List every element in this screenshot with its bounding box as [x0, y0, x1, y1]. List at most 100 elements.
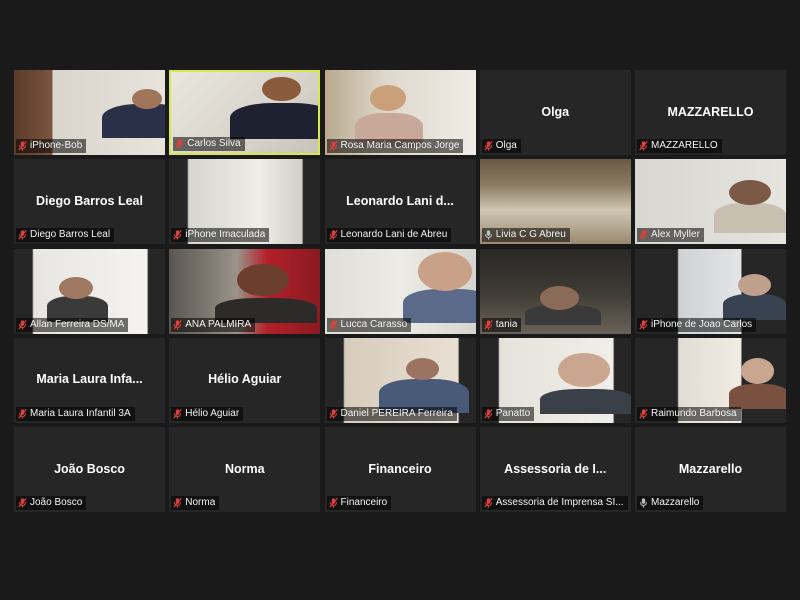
mic-muted-icon: [328, 141, 338, 151]
participant-name-label: Raimundo Barbosa: [637, 406, 741, 421]
participant-display-name: Norma: [224, 461, 265, 476]
participant-name-label: iPhone-Bob: [16, 139, 87, 153]
participant-tile[interactable]: tania: [479, 248, 631, 334]
mic-muted-icon: [484, 498, 493, 508]
participant-label-text: Rosa Maria Campos Jorge: [340, 140, 460, 151]
participant-label-text: ANA PALMIRA: [185, 318, 252, 330]
participant-label-text: Alex Myller: [651, 229, 700, 241]
participant-display-name: Maria Laura Infa...: [36, 372, 143, 387]
participant-label-text: Carlos Silva: [187, 138, 241, 149]
participant-display-name: Financeiro: [368, 461, 432, 476]
participant-label-text: João Bosco: [30, 497, 83, 508]
participant-tile[interactable]: iPhone de Joao Carlos: [635, 248, 786, 334]
mic-muted-icon: [328, 319, 338, 330]
participant-label-text: Maria Laura Infantil 3A: [30, 407, 131, 419]
participant-tile[interactable]: Lucca Carasso: [324, 248, 476, 334]
mic-icon: [484, 230, 493, 240]
participant-name-label: Carlos Silva: [173, 137, 245, 151]
participant-name-label: iPhone de Joao Carlos: [637, 317, 757, 332]
participant-name-label: iPhone Imaculada: [171, 228, 270, 243]
participant-name-label: Lucca Carasso: [326, 317, 412, 332]
participant-tile[interactable]: Daniel PEREIRA Ferreira: [324, 337, 476, 423]
participant-label-text: tania: [495, 318, 518, 330]
participant-label-text: iPhone Imaculada: [185, 229, 266, 241]
participant-tile[interactable]: Leonardo Lani d... Leonardo Lani de Abreu: [324, 159, 476, 245]
participant-tile[interactable]: MAZZARELLO MAZZARELLO: [635, 70, 786, 155]
mic-muted-icon: [639, 141, 648, 151]
participant-tile[interactable]: Hélio Aguiar Hélio Aguiar: [169, 337, 321, 423]
mic-muted-icon: [173, 408, 182, 419]
gallery-grid: iPhone-Bob Carlos Silva Rosa Maria Campos …: [14, 70, 786, 516]
participant-name-label: Daniel PEREIRA Ferreira: [326, 406, 457, 421]
mic-muted-icon: [18, 141, 27, 151]
participant-tile[interactable]: Norma Norma: [169, 427, 321, 512]
participant-display-name: Olga: [541, 104, 570, 119]
participant-name-label: Livia C G Abreu: [481, 228, 570, 243]
participant-tile[interactable]: Panatto: [479, 337, 631, 423]
participant-tile[interactable]: Carlos Silva: [169, 70, 321, 155]
mic-muted-icon: [18, 230, 27, 240]
participant-tile[interactable]: Diego Barros Leal Diego Barros Leal: [14, 159, 165, 245]
participant-tile[interactable]: Assessoria de I... Assessoria de Imprensa…: [479, 427, 631, 512]
participant-name-label: Diego Barros Leal: [16, 228, 115, 243]
mic-muted-icon: [639, 319, 648, 330]
participant-label-text: Hélio Aguiar: [185, 407, 240, 419]
mic-muted-icon: [173, 230, 182, 240]
participant-name-label: Norma: [171, 496, 220, 510]
participant-display-name: Diego Barros Leal: [36, 193, 143, 208]
mic-icon: [639, 498, 648, 508]
participant-label-text: Norma: [185, 497, 216, 508]
participant-tile[interactable]: iPhone Imaculada: [169, 159, 321, 245]
participant-label-text: Allan Ferreira DS/MA: [30, 318, 125, 330]
participant-tile[interactable]: Livia C G Abreu: [479, 159, 631, 245]
participant-name-label: Panatto: [481, 406, 535, 421]
participant-label-text: Financeiro: [340, 497, 388, 508]
mic-muted-icon: [328, 498, 338, 508]
participant-display-name: João Bosco: [54, 461, 125, 476]
participant-label-text: Diego Barros Leal: [30, 229, 111, 241]
participant-label-text: Lucca Carasso: [340, 318, 408, 330]
mic-muted-icon: [173, 498, 182, 508]
mic-muted-icon: [484, 141, 493, 151]
participant-label-text: iPhone-Bob: [30, 140, 83, 151]
participant-tile[interactable]: Maria Laura Infa... Maria Laura Infantil …: [14, 337, 165, 423]
participant-tile[interactable]: Financeiro Financeiro: [324, 427, 476, 512]
participant-name-label: Mazzarello: [637, 496, 704, 510]
participant-name-label: Maria Laura Infantil 3A: [16, 406, 135, 421]
participant-name-label: Assessoria de Imprensa SI...: [481, 496, 628, 510]
participant-name-label: Alex Myller: [637, 228, 704, 243]
participant-label-text: Daniel PEREIRA Ferreira: [340, 407, 453, 419]
participant-display-name: Assessoria de I...: [504, 461, 607, 476]
participant-label-text: Livia C G Abreu: [495, 229, 566, 241]
participant-name-label: Olga: [481, 139, 521, 153]
mic-muted-icon: [18, 319, 27, 330]
participant-name-label: ANA PALMIRA: [171, 317, 256, 332]
participant-name-label: tania: [481, 317, 522, 332]
participant-tile[interactable]: Allan Ferreira DS/MA: [14, 248, 165, 334]
participant-tile[interactable]: Mazzarello Mazzarello: [635, 427, 786, 512]
mic-muted-icon: [484, 408, 493, 419]
mic-muted-icon: [639, 408, 648, 419]
participant-tile[interactable]: Rosa Maria Campos Jorge: [324, 70, 476, 155]
participant-name-label: Rosa Maria Campos Jorge: [326, 139, 464, 153]
mic-muted-icon: [328, 408, 338, 419]
participant-tile[interactable]: ANA PALMIRA: [169, 248, 321, 334]
participant-label-text: Mazzarello: [651, 497, 700, 508]
participant-name-label: João Bosco: [16, 496, 87, 510]
participant-tile[interactable]: João Bosco João Bosco: [14, 427, 165, 512]
mic-muted-icon: [328, 230, 338, 240]
participant-tile[interactable]: Olga Olga: [479, 70, 631, 155]
mic-muted-icon: [173, 319, 182, 330]
participant-tile[interactable]: Alex Myller: [635, 159, 786, 245]
mic-muted-icon: [639, 230, 648, 240]
mic-muted-icon: [18, 408, 27, 419]
participant-name-label: Leonardo Lani de Abreu: [326, 228, 452, 243]
participant-tile[interactable]: Raimundo Barbosa: [635, 337, 786, 423]
participant-display-name: Leonardo Lani d...: [346, 193, 454, 208]
participant-tile[interactable]: iPhone-Bob: [14, 70, 165, 155]
mic-muted-icon: [18, 498, 27, 508]
participant-label-text: Olga: [495, 140, 517, 151]
participant-label-text: MAZZARELLO: [651, 140, 718, 151]
participant-label-text: Assessoria de Imprensa SI...: [495, 497, 624, 508]
participant-display-name: Hélio Aguiar: [208, 372, 282, 387]
